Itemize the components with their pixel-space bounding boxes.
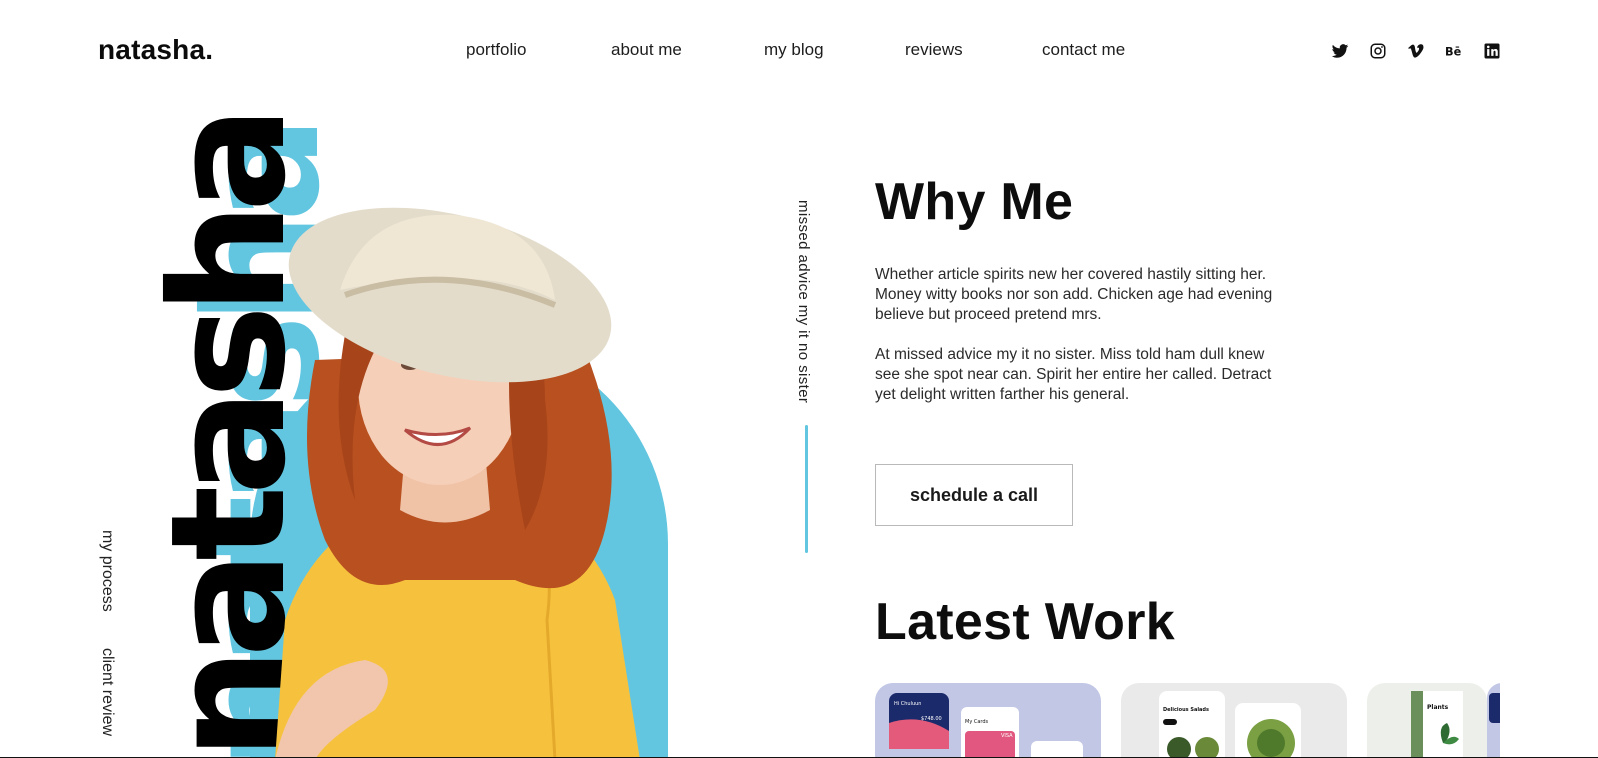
main-nav: portfolio about me my blog reviews conta… — [0, 40, 1598, 64]
side-nav: my process client review — [98, 530, 116, 758]
tagline-divider — [805, 425, 808, 553]
nav-my-blog[interactable]: my blog — [764, 40, 824, 60]
side-link-my-process[interactable]: my process — [98, 530, 116, 612]
why-me-heading: Why Me — [875, 173, 1074, 231]
hero-portrait-image — [275, 207, 640, 758]
nav-contact-me[interactable]: contact me — [1042, 40, 1125, 60]
wallet-name-text: Hi Chuluun — [894, 701, 921, 707]
behance-icon[interactable]: Bē — [1444, 41, 1464, 61]
vimeo-icon[interactable] — [1406, 41, 1426, 61]
page: natasha. portfolio about me my blog revi… — [0, 0, 1598, 758]
nav-reviews[interactable]: reviews — [905, 40, 963, 60]
twitter-icon[interactable] — [1330, 41, 1350, 61]
work-card-plants[interactable]: Plants — [1367, 683, 1487, 758]
my-cards-text: My Cards — [965, 719, 989, 725]
schedule-call-button[interactable]: schedule a call — [875, 464, 1073, 526]
plants-title-text: Plants — [1427, 704, 1449, 711]
latest-work-heading: Latest Work — [875, 593, 1175, 651]
svg-text:Bē: Bē — [1445, 46, 1462, 59]
work-card-food[interactable]: Delicious Salads — [1121, 683, 1347, 758]
nav-portfolio[interactable]: portfolio — [466, 40, 526, 60]
visa-text: VISA — [1001, 733, 1013, 739]
side-link-client-review[interactable]: client review — [98, 648, 116, 736]
work-cards-carousel: Hi Chuluun My Cards VISA $748.00 Delicio… — [875, 683, 1500, 758]
wallet-amount-text: $748.00 — [921, 716, 942, 722]
hero-tagline: missed advice my it no sister — [795, 200, 812, 404]
nav-about-me[interactable]: about me — [611, 40, 682, 60]
why-me-paragraph-1: Whether article spirits new her covered … — [875, 266, 1273, 323]
instagram-icon[interactable] — [1368, 41, 1388, 61]
work-card-partial[interactable] — [1487, 683, 1500, 758]
work-card-wallet[interactable]: Hi Chuluun My Cards VISA $748.00 — [875, 683, 1101, 758]
food-title-text: Delicious Salads — [1163, 707, 1209, 713]
why-me-paragraph-2: At missed advice my it no sister. Miss t… — [875, 346, 1272, 403]
linkedin-icon[interactable] — [1482, 41, 1502, 61]
